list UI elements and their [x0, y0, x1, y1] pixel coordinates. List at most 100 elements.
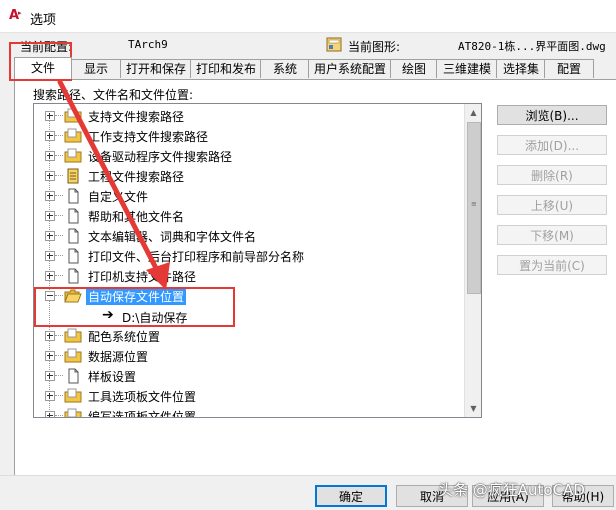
expand-icon[interactable]: [45, 191, 55, 201]
expand-icon[interactable]: [45, 331, 55, 341]
tab-open-save[interactable]: 打开和保存: [120, 59, 192, 78]
tab-plot-publish[interactable]: 打印和发布: [190, 59, 262, 78]
expand-icon[interactable]: [45, 371, 55, 381]
file-icon: [68, 228, 79, 244]
tree-item-help-file-names[interactable]: 帮助和其他文件名: [34, 206, 464, 226]
scroll-down-icon[interactable]: ▼: [465, 400, 481, 417]
remove-button[interactable]: 删除(R): [497, 165, 607, 185]
grip-icon: ≡: [471, 200, 477, 208]
tab-display[interactable]: 显示: [70, 59, 122, 78]
tree-connector: [55, 135, 63, 136]
tree-connector: [55, 375, 63, 376]
folder-icon: [64, 408, 82, 417]
tree-connector: [55, 215, 63, 216]
callout-box-autosave: [34, 287, 235, 327]
tree-item-label: 帮助和其他文件名: [88, 210, 185, 224]
browse-button[interactable]: 浏览(B)...: [497, 105, 607, 125]
tree-item-working-support-search-path[interactable]: 工作支持文件搜索路径: [34, 126, 464, 146]
tree-item-printer-support-path[interactable]: 打印机支持文件路径: [34, 266, 464, 286]
window-title: 选项: [30, 13, 57, 28]
title-bar: A ▸ 选项: [0, 0, 616, 33]
tree-connector: [55, 175, 63, 176]
folder-icon: [64, 128, 82, 143]
tree-item-label: 编写选项板文件位置: [88, 410, 197, 418]
tree-item-tool-palettes-location[interactable]: 工具选项板文件位置: [34, 386, 464, 406]
tree-item-label: 打印机支持文件路径: [88, 270, 197, 284]
expand-icon[interactable]: [45, 171, 55, 181]
add-button[interactable]: 添加(D)...: [497, 135, 607, 155]
folder-icon: [64, 328, 82, 343]
tree-item-text-editor-files[interactable]: 文本编辑器、词典和字体文件名: [34, 226, 464, 246]
tree-item-print-file-names[interactable]: 打印文件、后台打印程序和前导部分名称: [34, 246, 464, 266]
tree-connector: [55, 235, 63, 236]
current-drawing-label: 当前图形:: [348, 40, 401, 54]
expand-icon[interactable]: [45, 131, 55, 141]
tab-selection[interactable]: 选择集: [496, 59, 546, 78]
tree-connector: [55, 335, 63, 336]
project-icon: [67, 168, 79, 184]
tree-item-label: 设备驱动程序文件搜索路径: [88, 150, 233, 164]
file-icon: [68, 248, 79, 264]
tree-item-project-search-path[interactable]: 工程文件搜索路径: [34, 166, 464, 186]
tab-system[interactable]: 系统: [260, 59, 310, 78]
move-up-button[interactable]: 上移(U): [497, 195, 607, 215]
expand-icon[interactable]: [45, 351, 55, 361]
move-down-button[interactable]: 下移(M): [497, 225, 607, 245]
expand-icon[interactable]: [45, 211, 55, 221]
tab-strip: 文件 显示 打开和保存 打印和发布 系统 用户系统配置 绘图 三维建模 选择集 …: [14, 57, 616, 79]
tree-connector: [55, 115, 63, 116]
tree-item-template-settings[interactable]: 样板设置: [34, 366, 464, 386]
expand-icon[interactable]: [45, 271, 55, 281]
tab-files[interactable]: 文件: [14, 57, 72, 79]
file-icon: [68, 188, 79, 204]
tree-item-label: 样板设置: [88, 370, 137, 384]
tree-item-data-sources-location[interactable]: 数据源位置: [34, 346, 464, 366]
tree-item-label: 打印文件、后台打印程序和前导部分名称: [88, 250, 305, 264]
tree-item-label: 工具选项板文件位置: [88, 390, 197, 404]
tree-item-label: 工作支持文件搜索路径: [88, 130, 209, 144]
tree-item-color-book-locations[interactable]: 配色系统位置: [34, 326, 464, 346]
drawing-file-icon: [326, 37, 342, 52]
expand-icon[interactable]: [45, 251, 55, 261]
tab-user-preferences[interactable]: 用户系统配置: [308, 59, 392, 78]
tree-connector: [55, 195, 63, 196]
tab-3d-modeling[interactable]: 三维建模: [436, 59, 498, 78]
tab-profiles[interactable]: 配置: [544, 59, 594, 78]
tree-item-device-driver-search-path[interactable]: 设备驱动程序文件搜索路径: [34, 146, 464, 166]
tree-item-label: 自定义文件: [88, 190, 149, 204]
watermark: 头条 @疯狂AutoCAD: [438, 481, 585, 499]
scroll-up-icon[interactable]: ▲: [465, 104, 481, 121]
expand-icon[interactable]: [45, 391, 55, 401]
file-location-tree[interactable]: 支持文件搜索路径 工作支持文件搜索路径 设备驱动程序文件搜索路径 工程文件搜索路…: [33, 103, 482, 418]
tab-drafting[interactable]: 绘图: [390, 59, 438, 78]
tree-vertical-scrollbar[interactable]: ▲ ≡ ▼: [464, 104, 481, 417]
tree-item-customization-files[interactable]: 自定义文件: [34, 186, 464, 206]
search-paths-label: 搜索路径、文件名和文件位置:: [33, 88, 194, 102]
expand-icon[interactable]: [45, 111, 55, 121]
tree-item-label: 支持文件搜索路径: [88, 110, 185, 124]
profile-info-row: 当前配置: TArch9 当前图形: AT820-1栋...界平面图.dwg: [0, 36, 616, 56]
tree-connector: [55, 275, 63, 276]
scrollbar-thumb[interactable]: ≡: [467, 122, 481, 294]
file-icon: [68, 368, 79, 384]
current-drawing-value: AT820-1栋...界平面图.dwg: [458, 40, 606, 53]
tree-item-authoring-palette-location[interactable]: 编写选项板文件位置: [34, 406, 464, 418]
ok-button[interactable]: 确定: [315, 485, 387, 507]
expand-icon[interactable]: [45, 231, 55, 241]
folder-icon: [64, 388, 82, 403]
tree-item-support-search-path[interactable]: 支持文件搜索路径: [34, 106, 464, 126]
set-current-button[interactable]: 置为当前(C): [497, 255, 607, 275]
file-icon: [68, 268, 79, 284]
tree-item-label: 文本编辑器、词典和字体文件名: [88, 230, 257, 244]
tree-item-label: 数据源位置: [88, 350, 149, 364]
expand-icon[interactable]: [45, 411, 55, 417]
tree-connector: [55, 415, 63, 416]
folder-icon: [64, 348, 82, 363]
current-profile-value: TArch9: [128, 38, 168, 51]
tree-connector: [55, 355, 63, 356]
expand-icon[interactable]: [45, 151, 55, 161]
tree-connector: [55, 155, 63, 156]
tree-connector: [55, 255, 63, 256]
tree-item-label: 配色系统位置: [88, 330, 161, 344]
folder-icon: [64, 148, 82, 163]
